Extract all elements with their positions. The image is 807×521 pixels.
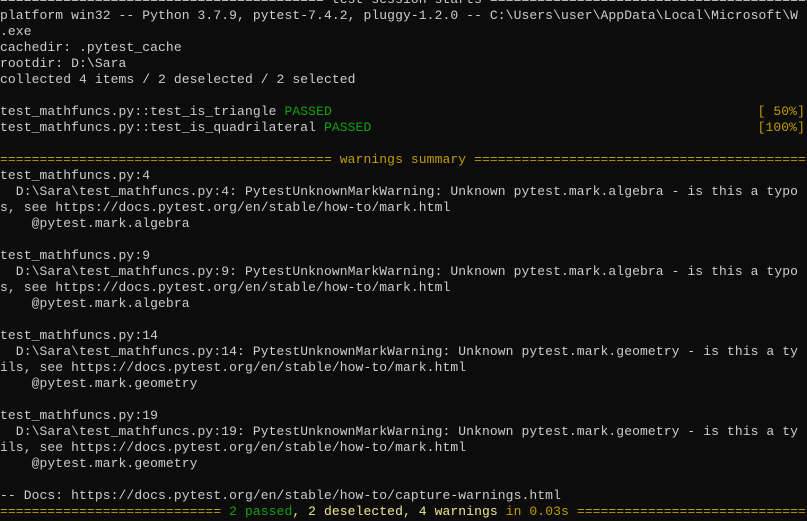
terminal-text: s, see https://docs.pytest.org/en/stable…	[0, 280, 451, 295]
progress-percent: [ 50%]	[757, 104, 805, 120]
terminal-text: @pytest.mark.geometry	[0, 376, 198, 391]
terminal-line: test_mathfuncs.py:9	[0, 248, 807, 264]
terminal-text: D:\Sara\test_mathfuncs.py:19: PytestUnkn…	[0, 424, 799, 439]
terminal-text: @pytest.mark.algebra	[0, 296, 190, 311]
terminal-line: D:\Sara\test_mathfuncs.py:4: PytestUnkno…	[0, 184, 807, 200]
terminal-text: in 0.03s	[505, 504, 569, 519]
terminal-text: -- Docs: https://docs.pytest.org/en/stab…	[0, 488, 561, 503]
terminal-line: @pytest.mark.algebra	[0, 296, 807, 312]
terminal-line: s, see https://docs.pytest.org/en/stable…	[0, 200, 807, 216]
terminal-text: platform win32 -- Python 3.7.9, pytest-7…	[0, 8, 799, 23]
terminal-text: cachedir: .pytest_cache	[0, 40, 182, 55]
terminal-text: test_mathfuncs.py:4	[0, 168, 151, 183]
terminal-line: ============================ 2 passed, 2…	[0, 504, 807, 520]
terminal-output[interactable]: ========================================…	[0, 0, 807, 520]
terminal-line: rootdir: D:\Sara	[0, 56, 807, 72]
terminal-line: ils, see https://docs.pytest.org/en/stab…	[0, 440, 807, 456]
terminal-line: @pytest.mark.algebra	[0, 216, 807, 232]
terminal-line: test_mathfuncs.py:14	[0, 328, 807, 344]
terminal-text: ========================================…	[576, 504, 807, 519]
terminal-line: -- Docs: https://docs.pytest.org/en/stab…	[0, 488, 807, 504]
terminal-text: test_mathfuncs.py:9	[0, 248, 151, 263]
terminal-line: ========================================…	[0, 152, 807, 168]
terminal-line: D:\Sara\test_mathfuncs.py:9: PytestUnkno…	[0, 264, 807, 280]
terminal-text: ============================	[0, 504, 230, 519]
terminal-line: cachedir: .pytest_cache	[0, 40, 807, 56]
terminal-line: @pytest.mark.geometry	[0, 376, 807, 392]
terminal-text: test_mathfuncs.py::test_is_triangle	[0, 104, 285, 119]
status-passed: PASSED	[284, 104, 332, 119]
terminal-text: ========================================…	[0, 0, 807, 7]
terminal-line: test_mathfuncs.py::test_is_triangle PASS…	[0, 104, 807, 120]
terminal-text: D:\Sara\test_mathfuncs.py:14: PytestUnkn…	[0, 344, 799, 359]
terminal-text: ils, see https://docs.pytest.org/en/stab…	[0, 440, 467, 455]
terminal-line: collected 4 items / 2 deselected / 2 sel…	[0, 72, 807, 88]
terminal-line: D:\Sara\test_mathfuncs.py:19: PytestUnkn…	[0, 424, 807, 440]
progress-percent: [100%]	[757, 120, 805, 136]
terminal-text: rootdir: D:\Sara	[0, 56, 127, 71]
terminal-line: s, see https://docs.pytest.org/en/stable…	[0, 280, 807, 296]
terminal-text: test_mathfuncs.py:19	[0, 408, 159, 423]
terminal-text: ========================================…	[0, 152, 807, 167]
terminal-text: ils, see https://docs.pytest.org/en/stab…	[0, 360, 467, 375]
terminal-text: test_mathfuncs.py:14	[0, 328, 159, 343]
terminal-line: test_mathfuncs.py:4	[0, 168, 807, 184]
terminal-line: platform win32 -- Python 3.7.9, pytest-7…	[0, 8, 807, 24]
terminal-text: D:\Sara\test_mathfuncs.py:4: PytestUnkno…	[0, 184, 799, 199]
terminal-text: s, see https://docs.pytest.org/en/stable…	[0, 200, 451, 215]
terminal-text: .exe	[0, 24, 32, 39]
terminal-text: D:\Sara\test_mathfuncs.py:9: PytestUnkno…	[0, 264, 799, 279]
terminal-line: @pytest.mark.geometry	[0, 456, 807, 472]
terminal-line: ils, see https://docs.pytest.org/en/stab…	[0, 360, 807, 376]
terminal-text: @pytest.mark.geometry	[0, 456, 198, 471]
status-passed: 2 passed	[229, 504, 293, 519]
terminal-text: @pytest.mark.algebra	[0, 216, 190, 231]
terminal-line: ========================================…	[0, 0, 807, 8]
terminal-line: D:\Sara\test_mathfuncs.py:14: PytestUnkn…	[0, 344, 807, 360]
terminal-line: .exe	[0, 24, 807, 40]
terminal-text: test_mathfuncs.py::test_is_quadrilateral	[0, 120, 324, 135]
status-passed: PASSED	[323, 120, 372, 135]
terminal-line: test_mathfuncs.py::test_is_quadrilateral…	[0, 120, 807, 136]
terminal-text: collected 4 items / 2 deselected / 2 sel…	[0, 72, 356, 87]
terminal-line: test_mathfuncs.py:19	[0, 408, 807, 424]
terminal-text: , 2 deselected, 4 warnings	[292, 504, 506, 519]
